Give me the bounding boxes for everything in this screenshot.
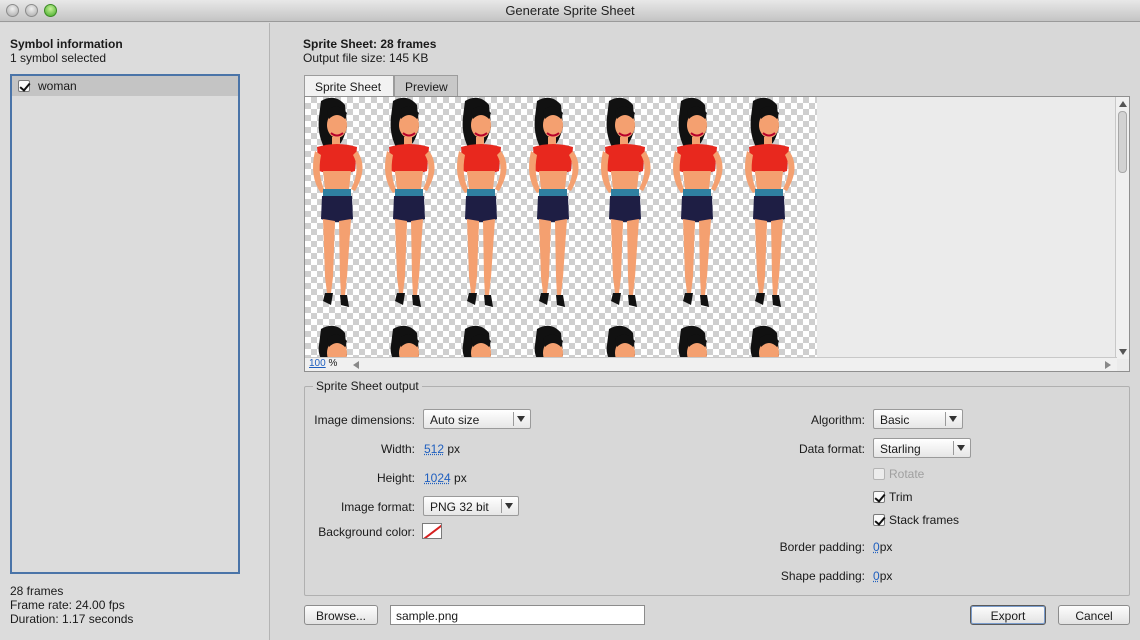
zoom-level[interactable]: 100 % [309, 358, 337, 369]
sprite-sheet-canvas [305, 97, 817, 359]
border-padding-label: Border padding: [779, 540, 865, 554]
symbol-name: woman [38, 79, 77, 93]
frame-count: 28 frames [10, 584, 64, 598]
shape-padding-field[interactable]: 0px [873, 569, 892, 583]
sprite-frame [739, 325, 797, 359]
export-button[interactable]: Export [970, 605, 1046, 625]
sprite-sheet-summary-title: Sprite Sheet: 28 frames [303, 37, 437, 51]
trim-label: Trim [889, 490, 913, 504]
symbol-row-woman[interactable]: woman [12, 76, 238, 96]
horizontal-scrollbar[interactable]: 100 % [305, 357, 1117, 371]
stack-frames-label: Stack frames [889, 513, 960, 527]
output-group-title: Sprite Sheet output [313, 379, 422, 393]
border-padding-field[interactable]: 0px [873, 540, 892, 554]
scroll-up-icon[interactable] [1119, 101, 1127, 107]
sprite-frame [379, 325, 437, 359]
tab-sprite-sheet[interactable]: Sprite Sheet [304, 75, 394, 97]
symbol-list[interactable]: woman [10, 74, 240, 574]
symbol-info-panel: Symbol information 1 symbol selected wom… [0, 23, 270, 640]
chevron-down-icon [957, 445, 965, 451]
image-format-label: Image format: [340, 500, 415, 514]
background-color-swatch[interactable] [422, 523, 442, 539]
rotate-label: Rotate [889, 467, 925, 481]
image-dimensions-label: Image dimensions: [314, 413, 415, 427]
symbol-checkbox[interactable] [18, 80, 30, 92]
sprite-frame [451, 325, 509, 359]
width-label: Width: [380, 442, 415, 456]
chevron-down-icon [949, 416, 957, 422]
algorithm-label: Algorithm: [810, 413, 865, 427]
sprite-frame [667, 325, 725, 359]
sprite-frame [307, 325, 365, 359]
image-dimensions-dropdown[interactable]: Auto size [423, 409, 531, 429]
scroll-down-icon[interactable] [1119, 349, 1127, 355]
shape-padding-label: Shape padding: [780, 569, 865, 583]
chevron-down-icon [505, 503, 513, 509]
window-title: Generate Sprite Sheet [505, 3, 635, 18]
cancel-button[interactable]: Cancel [1058, 605, 1130, 625]
sprite-frame [739, 97, 797, 327]
width-field[interactable]: 512 px [424, 442, 460, 456]
height-label: Height: [376, 471, 415, 485]
sprite-frame [523, 97, 581, 327]
height-field[interactable]: 1024 px [424, 471, 467, 485]
sprite-frame [667, 97, 725, 327]
background-color-label: Background color: [318, 525, 415, 539]
title-bar: Generate Sprite Sheet [0, 0, 1140, 22]
chevron-down-icon [517, 416, 525, 422]
image-format-dropdown[interactable]: PNG 32 bit [423, 496, 519, 516]
sprite-frame [307, 97, 365, 327]
stack-frames-option[interactable]: Stack frames [873, 513, 959, 527]
output-file-size: Output file size: 145 KB [303, 51, 429, 65]
duration: Duration: 1.17 seconds [10, 612, 134, 626]
data-format-label: Data format: [798, 442, 865, 456]
scroll-left-icon[interactable] [353, 361, 359, 369]
filename-input[interactable]: sample.png [390, 605, 645, 625]
vertical-scrollbar[interactable] [1115, 97, 1129, 359]
rotate-option[interactable]: Rotate [873, 467, 924, 481]
data-format-dropdown[interactable]: Starling [873, 438, 971, 458]
symbol-info-heading: Symbol information [10, 37, 123, 51]
scroll-right-icon[interactable] [1105, 361, 1111, 369]
sprite-sheet-panel: Sprite Sheet: 28 frames Output file size… [271, 23, 1140, 640]
symbol-selection-count: 1 symbol selected [10, 51, 107, 65]
browse-button[interactable]: Browse... [304, 605, 378, 625]
trim-option[interactable]: Trim [873, 490, 913, 504]
sprite-frame [523, 325, 581, 359]
sprite-sheet-output-group: Sprite Sheet output Image dimensions: Au… [304, 379, 1130, 596]
sprite-frame [451, 97, 509, 327]
stack-frames-checkbox[interactable] [873, 514, 885, 526]
vertical-scroll-thumb[interactable] [1118, 111, 1127, 173]
rotate-checkbox[interactable] [873, 468, 885, 480]
trim-checkbox[interactable] [873, 491, 885, 503]
sprite-sheet-viewport[interactable]: 100 % [304, 96, 1130, 372]
algorithm-dropdown[interactable]: Basic [873, 409, 963, 429]
tab-preview[interactable]: Preview [394, 75, 458, 97]
sprite-frame [379, 97, 437, 327]
sprite-frame [595, 325, 653, 359]
sprite-frame [595, 97, 653, 327]
frame-rate: Frame rate: 24.00 fps [10, 598, 125, 612]
